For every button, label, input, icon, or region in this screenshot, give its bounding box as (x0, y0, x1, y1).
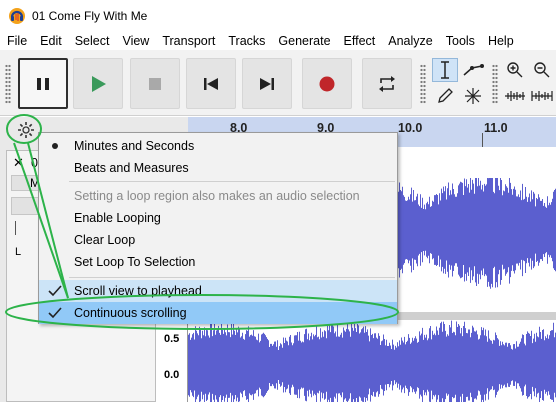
title-bar: 01 Come Fly With Me (0, 0, 556, 32)
waveform-channel (188, 320, 556, 402)
menu-item-minutes-seconds[interactable]: Minutes and Seconds (39, 135, 397, 157)
toolbar-grip-tools[interactable] (420, 64, 426, 104)
selection-tool[interactable] (432, 58, 458, 82)
menu-help[interactable]: Help (481, 32, 520, 50)
multi-tool-icon (465, 88, 481, 104)
fit-project-button[interactable] (529, 84, 555, 108)
menu-item-continuous-scrolling[interactable]: Continuous scrolling (39, 302, 397, 324)
menu-effect[interactable]: Effect (337, 32, 382, 50)
toolbar (0, 50, 556, 116)
gear-icon (18, 122, 34, 138)
menu-view[interactable]: View (115, 32, 155, 50)
skip-end-icon (260, 77, 274, 90)
play-button[interactable] (73, 58, 123, 109)
loop-icon (379, 75, 395, 92)
menu-item-scroll-to-playhead[interactable]: Scroll view to playhead (39, 280, 397, 302)
scale-label-0-0: 0.0 (164, 369, 180, 381)
pause-icon (37, 77, 49, 90)
window-title: 01 Come Fly With Me (32, 9, 148, 23)
track-name[interactable]: 0 (31, 156, 38, 170)
zoom-out-button[interactable] (529, 58, 555, 82)
menu-item-enable-looping[interactable]: Enable Looping (39, 207, 397, 229)
pencil-icon (438, 88, 453, 103)
tick-mark (482, 133, 483, 147)
mute-button[interactable]: M (11, 175, 41, 191)
menu-bar: File Edit Select View Transport Tracks G… (0, 32, 556, 50)
menu-file[interactable]: File (0, 32, 33, 50)
skip-start-icon (204, 77, 218, 90)
stop-icon (149, 77, 161, 90)
menu-edit[interactable]: Edit (33, 32, 68, 50)
gain-slider-tick (15, 221, 16, 235)
timeline-options-button[interactable] (8, 118, 42, 142)
audacity-logo-icon (9, 8, 25, 24)
toolbar-grip[interactable] (5, 64, 11, 104)
toolbar-grip-zoom[interactable] (492, 64, 498, 104)
envelope-icon (463, 64, 484, 76)
envelope-tool[interactable] (460, 58, 486, 82)
menu-tools[interactable]: Tools (439, 32, 481, 50)
loop-button[interactable] (362, 58, 412, 109)
fit-project-icon (531, 91, 553, 101)
record-button[interactable] (302, 58, 352, 109)
menu-generate[interactable]: Generate (271, 32, 336, 50)
menu-item-set-loop-to-selection[interactable]: Set Loop To Selection (39, 251, 397, 273)
menu-item-clear-loop[interactable]: Clear Loop (39, 229, 397, 251)
pan-left-label: L (15, 246, 22, 258)
record-icon (319, 76, 335, 91)
tick-label-10: 10.0 (398, 121, 423, 135)
menu-transport[interactable]: Transport (155, 32, 221, 50)
skip-to-start-button[interactable] (186, 58, 236, 109)
menu-item-loop-info: Setting a loop region also makes an audi… (74, 189, 360, 203)
menu-item-beats-measures[interactable]: Beats and Measures (39, 157, 397, 179)
track-close-icon[interactable]: ✕ (13, 155, 24, 171)
tick-label-11: 11.0 (484, 121, 508, 135)
scale-label-0-5: 0.5 (164, 333, 180, 345)
multi-tool[interactable] (460, 84, 486, 108)
menu-tracks[interactable]: Tracks (221, 32, 271, 50)
pause-button[interactable] (18, 58, 68, 109)
zoom-out-icon (534, 62, 550, 78)
i-beam-icon (441, 61, 449, 79)
check-icon (47, 305, 63, 321)
menu-separator (69, 277, 395, 278)
play-icon (92, 75, 106, 92)
check-icon (47, 283, 63, 299)
fit-selection-icon (505, 91, 525, 101)
timeline-options-menu: Minutes and Seconds Beats and Measures S… (38, 132, 398, 324)
effects-button[interactable] (11, 197, 41, 215)
draw-tool[interactable] (432, 84, 458, 108)
zoom-in-icon (507, 62, 523, 78)
fit-selection-button[interactable] (502, 84, 528, 108)
menu-select[interactable]: Select (68, 32, 116, 50)
zoom-in-button[interactable] (502, 58, 528, 82)
menu-analyze[interactable]: Analyze (381, 32, 438, 50)
skip-to-end-button[interactable] (242, 58, 292, 109)
stop-button[interactable] (130, 58, 180, 109)
menu-separator (69, 181, 395, 182)
bullet-icon (47, 138, 63, 154)
